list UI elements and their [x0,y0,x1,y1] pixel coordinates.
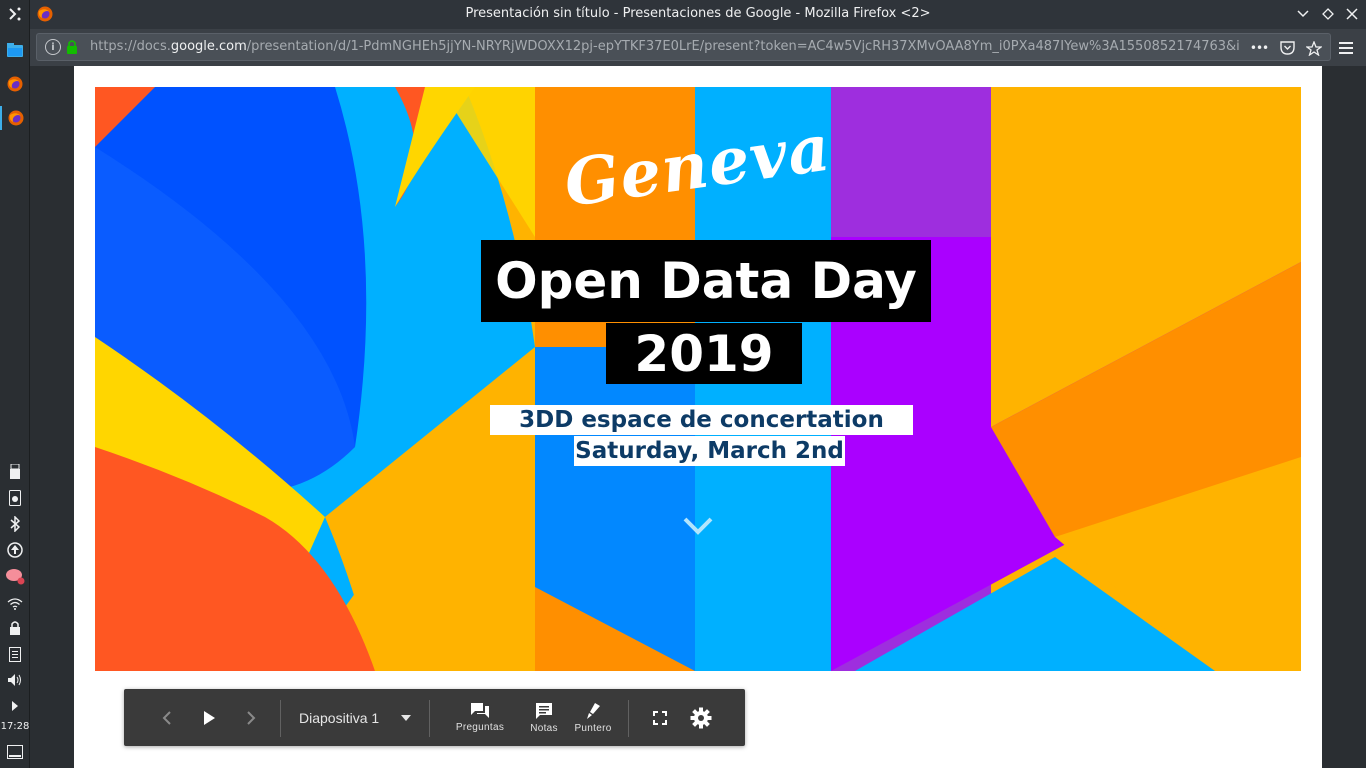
app-launcher-icon[interactable] [0,2,30,26]
minimize-chevron-icon[interactable] [1294,5,1312,23]
slide-title-line1: Open Data Day [481,240,931,322]
gear-icon [690,707,712,728]
slide-selector-label: Diapositiva 1 [299,709,380,726]
slide-subtitle-line2: Saturday, March 2nd [574,436,845,466]
usb-icon[interactable] [0,460,30,484]
close-icon[interactable] [1343,5,1361,23]
updates-icon[interactable] [0,538,30,562]
laser-pointer-icon [587,702,600,719]
presentation-page: Geneva Open Data Day 2019 3DD espace de … [74,66,1322,768]
browser-navbar: i https://docs.google.com/presentation/d… [30,29,1366,66]
window-title: Presentación sin título - Presentaciones… [465,6,931,21]
clipboard-icon[interactable] [0,642,30,666]
toolbar-divider [429,700,430,737]
fullscreen-icon [653,710,667,725]
taskbar: 17:28 [0,0,30,768]
chevron-down-icon [683,517,713,535]
toolbar-divider [280,700,281,737]
fullscreen-button[interactable] [648,689,672,746]
notes-label: Notas [530,722,558,734]
pocket-icon[interactable] [1277,39,1297,57]
page-actions-icon[interactable]: ••• [1249,39,1269,57]
notes-icon [536,702,552,719]
secure-lock-icon[interactable] [66,39,78,55]
questions-button[interactable]: Preguntas [446,689,514,746]
play-button[interactable] [196,689,222,746]
notes-button[interactable]: Notas [524,689,564,746]
url-bar[interactable]: i https://docs.google.com/presentation/d… [36,33,1331,61]
bookmark-star-icon[interactable] [1304,39,1324,57]
bluetooth-icon[interactable] [0,512,30,536]
clock[interactable]: 17:28 [0,721,30,732]
pointer-button[interactable]: Puntero [571,689,615,746]
slide-canvas[interactable]: Geneva Open Data Day 2019 3DD espace de … [95,87,1301,671]
menu-hamburger-icon[interactable] [1336,39,1356,57]
firefox-icon[interactable] [0,106,30,130]
toolbar-divider [628,700,629,737]
firefox-icon[interactable] [0,72,30,96]
expand-tray-icon[interactable] [0,694,30,718]
window-titlebar[interactable]: Presentación sin título - Presentaciones… [30,0,1366,29]
show-desktop-icon[interactable] [0,740,30,764]
browser-viewport: Geneva Open Data Day 2019 3DD espace de … [30,66,1366,768]
notification-icon[interactable] [0,564,30,588]
device-icon[interactable] [0,486,30,510]
previous-slide-button[interactable] [154,689,180,746]
volume-icon[interactable] [0,668,30,692]
slide-selector-dropdown[interactable]: Diapositiva 1 [299,689,412,746]
questions-icon [471,703,489,718]
url-suffix: /presentation/d/1-PdmNGHEh5jjYN-NRYRjWDO… [246,39,1240,54]
maximize-diamond-icon[interactable] [1319,5,1337,23]
wifi-icon[interactable] [0,592,30,616]
url-prefix: https://docs. [90,39,171,54]
info-icon[interactable]: i [45,39,61,55]
presenter-toolbar: Diapositiva 1 Preguntas Notas Puntero [124,689,745,746]
settings-button[interactable] [688,689,714,746]
next-slide-button[interactable] [238,689,264,746]
lock-icon[interactable] [0,616,30,640]
url-domain: google.com [170,39,247,54]
file-manager-icon[interactable] [0,38,30,62]
url-text[interactable]: https://docs.google.com/presentation/d/1… [90,39,1240,54]
pointer-label: Puntero [574,722,612,734]
slide-subtitle-line1: 3DD espace de concertation [490,405,913,435]
slide-title-line2: 2019 [606,323,802,384]
questions-label: Preguntas [455,722,505,733]
dropdown-arrow-icon [401,714,412,721]
